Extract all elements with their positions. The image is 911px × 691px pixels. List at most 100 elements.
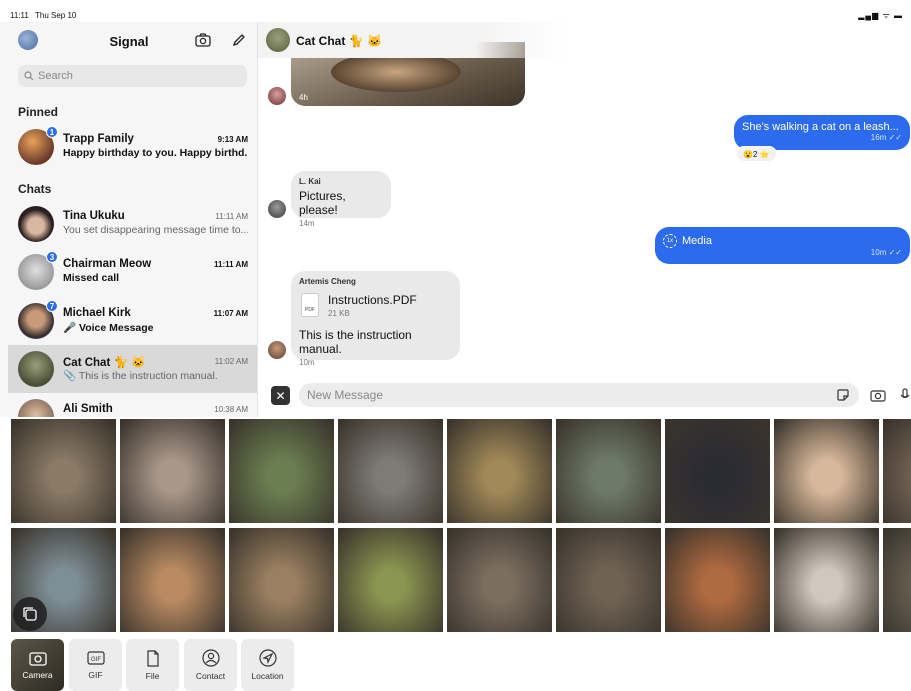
gallery-button[interactable] (13, 597, 47, 631)
chat-row-chairman-meow[interactable]: 3 Chairman Meow Missed call 11:11 AM (8, 248, 257, 296)
chat-name: Cat Chat 🐈 🐱 (63, 357, 146, 369)
pinned-heading: Pinned (18, 105, 59, 119)
sender-name: Artemis Cheng (299, 277, 356, 286)
microphone-icon[interactable] (896, 386, 911, 404)
conversation-pane: Cat Chat 🐈 🐱 4h She's walking a cat on a… (258, 22, 911, 417)
contact-label: Contact (195, 671, 226, 681)
chat-list-sidebar: Signal Search Pinned 1 Trapp Family Happ… (0, 22, 258, 417)
message-placeholder: New Message (307, 388, 384, 402)
conversation-title: Cat Chat 🐈 🐱 (296, 34, 382, 48)
search-input[interactable]: Search (18, 65, 247, 87)
chat-name: Trapp Family (63, 133, 134, 145)
photo-thumbnail[interactable] (338, 419, 443, 523)
search-placeholder: Search (38, 70, 73, 82)
photo-thumbnail[interactable] (447, 528, 552, 632)
photo-thumbnail[interactable] (120, 419, 225, 523)
gif-label: GIF (88, 670, 103, 680)
chat-row-michael-kirk[interactable]: 7 Michael Kirk 🎤 Voice Message 11:07 AM (8, 297, 257, 345)
message-input[interactable]: New Message (299, 383, 859, 407)
sender-avatar (268, 87, 286, 105)
avatar (18, 351, 54, 387)
camera-button[interactable]: Camera (11, 639, 64, 691)
camera-icon[interactable] (869, 386, 887, 404)
chat-preview: 🎤 Voice Message (63, 322, 154, 334)
gallery-icon (23, 607, 37, 621)
chat-time: 10:38 AM (214, 405, 248, 414)
avatar (18, 206, 54, 242)
svg-text:GIF: GIF (91, 657, 101, 663)
chat-time: 11:11 AM (215, 212, 248, 221)
message-text: Media (682, 235, 712, 247)
sender-avatar (268, 341, 286, 359)
search-icon (24, 71, 34, 81)
chats-heading: Chats (18, 182, 52, 196)
unread-badge: 3 (46, 251, 58, 263)
photo-thumbnail[interactable] (883, 528, 911, 632)
avatar (18, 399, 54, 417)
chat-row-ali-smith[interactable]: Ali Smith 10:38 AM (8, 393, 257, 417)
message-time: 16m ✓✓ (870, 133, 902, 142)
photo-thumbnail[interactable] (774, 419, 879, 523)
file-icon (146, 649, 159, 667)
photo-thumbnail[interactable] (774, 528, 879, 632)
camera-icon[interactable] (193, 30, 213, 50)
chat-time: 11:11 AM (214, 260, 248, 269)
photo-thumbnail[interactable] (665, 419, 770, 523)
file-attachment[interactable]: PDF Instructions.PDF 21 KB (299, 291, 452, 324)
reactions[interactable]: 😮2 ⭐ (736, 146, 777, 162)
group-avatar[interactable] (266, 28, 290, 52)
ipad-screen: 11:11 Thu Sep 10 ▂▄▆ ᯤ ▬ Signal Search P… (0, 0, 911, 691)
outgoing-media-message[interactable]: 1x Media 10m ✓✓ (655, 227, 910, 264)
status-indicators: ▂▄▆ ᯤ ▬ (858, 11, 903, 20)
close-attachments-button[interactable]: ✕ (271, 386, 290, 405)
chat-row-tina-ukuku[interactable]: Tina Ukuku You set disappearing message … (8, 200, 257, 248)
outgoing-message[interactable]: She's walking a cat on a leash... 16m ✓✓ (734, 115, 910, 150)
chat-name: Tina Ukuku (63, 210, 125, 222)
photo-thumbnail[interactable] (229, 528, 334, 632)
location-button[interactable]: Location (241, 639, 294, 691)
compose-icon[interactable] (229, 30, 249, 50)
message-composer: ✕ New Message (258, 382, 911, 417)
photo-thumbnail[interactable] (120, 528, 225, 632)
sender-avatar (268, 200, 286, 218)
message-time: 14m (299, 219, 315, 228)
chat-row-cat-chat[interactable]: Cat Chat 🐈 🐱 📎 This is the instruction m… (8, 345, 257, 393)
photo-thumbnail[interactable] (229, 419, 334, 523)
contact-icon (201, 649, 220, 667)
status-time: 11:11 (10, 11, 29, 20)
chat-preview: Happy birthday to you. Happy birthd... (63, 147, 248, 159)
message-text: She's walking a cat on a leash... (742, 121, 899, 133)
sticker-icon[interactable] (834, 386, 852, 404)
file-size: 21 KB (328, 309, 350, 318)
photo-thumbnail[interactable] (11, 419, 116, 523)
conversation-header[interactable]: Cat Chat 🐈 🐱 (258, 22, 568, 58)
sender-name: L. Kai (299, 177, 321, 186)
contact-button[interactable]: Contact (184, 639, 237, 691)
sidebar-header: Signal (0, 22, 257, 60)
chat-time: 11:02 AM (214, 357, 248, 366)
incoming-message[interactable]: L. Kai Pictures, please! 14m (291, 171, 391, 228)
pdf-file-icon: PDF (301, 293, 319, 317)
photo-picker-grid (0, 417, 911, 635)
gif-icon: GIF (86, 651, 105, 665)
message-time: 10m (299, 358, 315, 367)
image-content (331, 52, 461, 92)
unread-badge: 1 (46, 126, 58, 138)
chat-preview: Missed call (63, 272, 120, 284)
incoming-file-message[interactable]: Artemis Cheng PDF Instructions.PDF 21 KB… (291, 271, 460, 367)
status-bar: 11:11 Thu Sep 10 ▂▄▆ ᯤ ▬ (0, 0, 911, 22)
app-title: Signal (109, 34, 149, 49)
status-date: Thu Sep 10 (35, 11, 77, 20)
message-text: Pictures, please! (299, 189, 346, 217)
photo-thumbnail[interactable] (338, 528, 443, 632)
photo-thumbnail[interactable] (883, 419, 911, 523)
gif-button[interactable]: GIF GIF (69, 639, 122, 691)
photo-thumbnail[interactable] (556, 528, 661, 632)
photo-thumbnail[interactable] (665, 528, 770, 632)
photo-thumbnail[interactable] (556, 419, 661, 523)
view-once-icon: 1x (663, 234, 677, 248)
photo-thumbnail[interactable] (447, 419, 552, 523)
file-button[interactable]: File (126, 639, 179, 691)
message-text: This is the instruction manual. (299, 328, 412, 356)
chat-row-trapp-family[interactable]: 1 Trapp Family Happy birthday to you. Ha… (8, 123, 257, 171)
